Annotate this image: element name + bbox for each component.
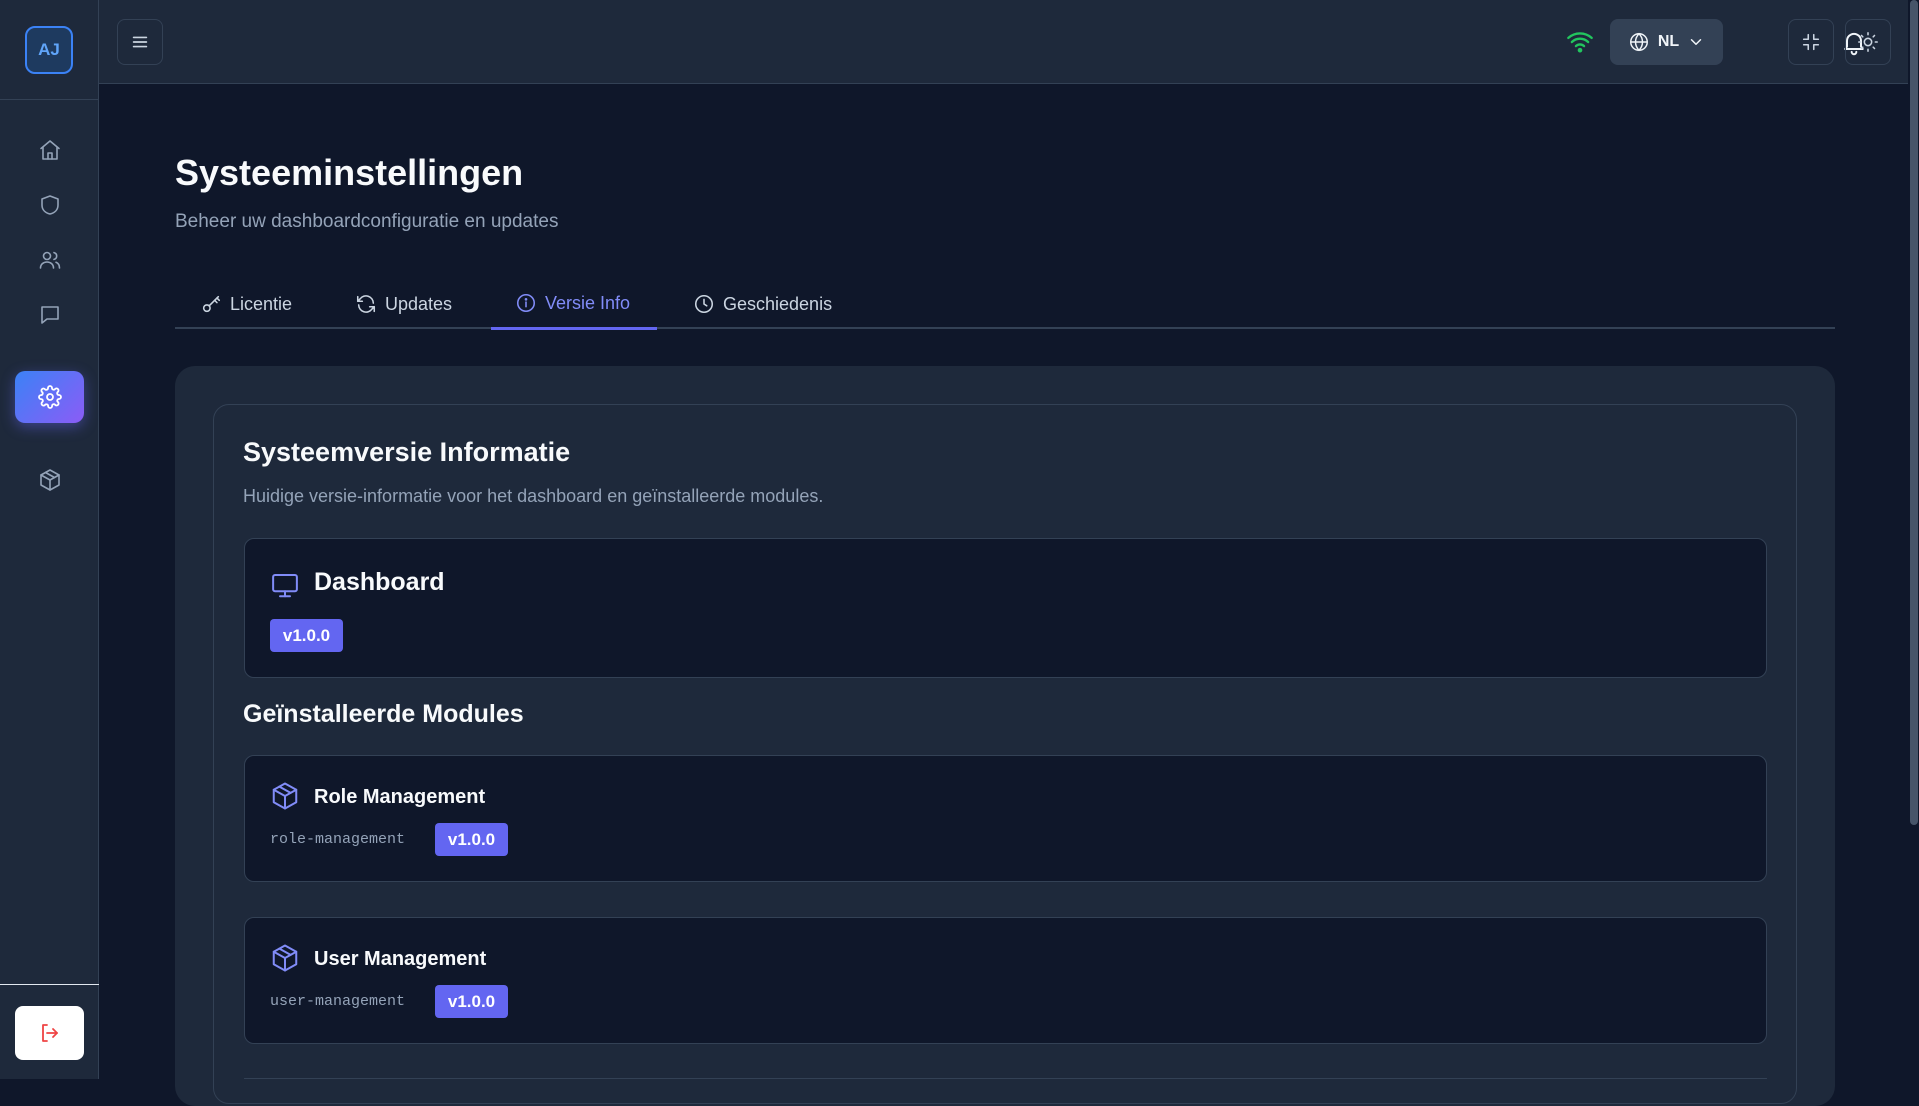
module-version-badge: v1.0.0 <box>435 823 508 856</box>
dashboard-name: Dashboard <box>314 568 445 596</box>
logout-icon <box>41 1024 58 1042</box>
page-subtitle: Beheer uw dashboardconfiguratie en updat… <box>175 211 559 232</box>
tab-geschiedenis[interactable]: Geschiedenis <box>693 279 832 329</box>
key-icon <box>202 295 221 313</box>
sidebar: AJ <box>0 0 99 1079</box>
theme-toggle-button[interactable] <box>1845 19 1891 65</box>
sidebar-item-modules[interactable] <box>15 454 84 506</box>
fullscreen-toggle-button[interactable] <box>1788 19 1834 65</box>
dashboard-version-badge: v1.0.0 <box>270 619 343 652</box>
scrollbar-thumb[interactable] <box>1910 0 1918 825</box>
package-icon <box>270 781 300 816</box>
dashboard-version-card <box>244 538 1767 678</box>
sidebar-item-security[interactable] <box>15 179 84 231</box>
hamburger-icon <box>132 36 148 48</box>
globe-icon <box>1629 32 1648 52</box>
package-icon <box>39 469 60 491</box>
refresh-icon <box>356 295 376 313</box>
sun-icon <box>1858 32 1878 52</box>
package-icon <box>270 943 300 978</box>
info-icon <box>516 293 536 313</box>
minimize-icon <box>1802 33 1820 51</box>
sidebar-item-messages[interactable] <box>15 289 84 341</box>
sidebar-item-home[interactable] <box>15 124 84 176</box>
tab-versie-info[interactable]: Versie Info <box>491 279 657 330</box>
sidebar-brand: AJ <box>0 0 98 100</box>
language-label: NL <box>1657 33 1680 50</box>
chevron-down-icon <box>1690 39 1702 45</box>
version-info-description: Huidige versie-informatie voor het dashb… <box>243 486 824 506</box>
top-header: NL <box>99 0 1908 84</box>
module-version-badge: v1.0.0 <box>435 985 508 1018</box>
module-card-user-management <box>244 917 1767 1044</box>
module-name: User Management <box>314 948 487 970</box>
monitor-icon <box>270 570 300 605</box>
language-select[interactable]: NL <box>1610 19 1723 65</box>
settings-tabs: Licentie Updates Versie Info Geschiedeni… <box>175 279 1835 330</box>
gear-icon <box>37 385 62 409</box>
logout-button[interactable] <box>15 1006 84 1060</box>
tab-label: Versie Info <box>545 292 631 313</box>
tab-label: Updates <box>385 293 453 314</box>
tab-label: Geschiedenis <box>723 293 833 314</box>
clock-icon <box>694 294 714 314</box>
version-info-title: Systeemversie Informatie <box>243 437 571 467</box>
connection-status <box>1566 28 1594 61</box>
home-icon <box>39 140 60 160</box>
module-id: role-management <box>270 831 406 848</box>
tab-updates[interactable]: Updates <box>355 279 452 329</box>
installed-modules-title: Geïnstalleerde Modules <box>243 700 524 728</box>
tab-label: Licentie <box>230 293 293 314</box>
users-icon <box>39 251 60 269</box>
sidebar-item-users[interactable] <box>15 234 84 286</box>
sidebar-item-settings[interactable] <box>15 371 84 423</box>
avatar[interactable]: AJ <box>25 25 73 74</box>
sidebar-divider <box>0 984 99 985</box>
message-icon <box>40 306 59 324</box>
module-name: Role Management <box>314 786 486 808</box>
menu-toggle-button[interactable] <box>117 19 163 65</box>
module-id: user-management <box>270 993 406 1010</box>
page-title: Systeeminstellingen <box>175 152 524 193</box>
wifi-icon <box>1567 32 1593 53</box>
tab-licentie[interactable]: Licentie <box>200 279 292 329</box>
shield-icon <box>40 195 59 215</box>
module-card-role-management <box>244 755 1767 882</box>
